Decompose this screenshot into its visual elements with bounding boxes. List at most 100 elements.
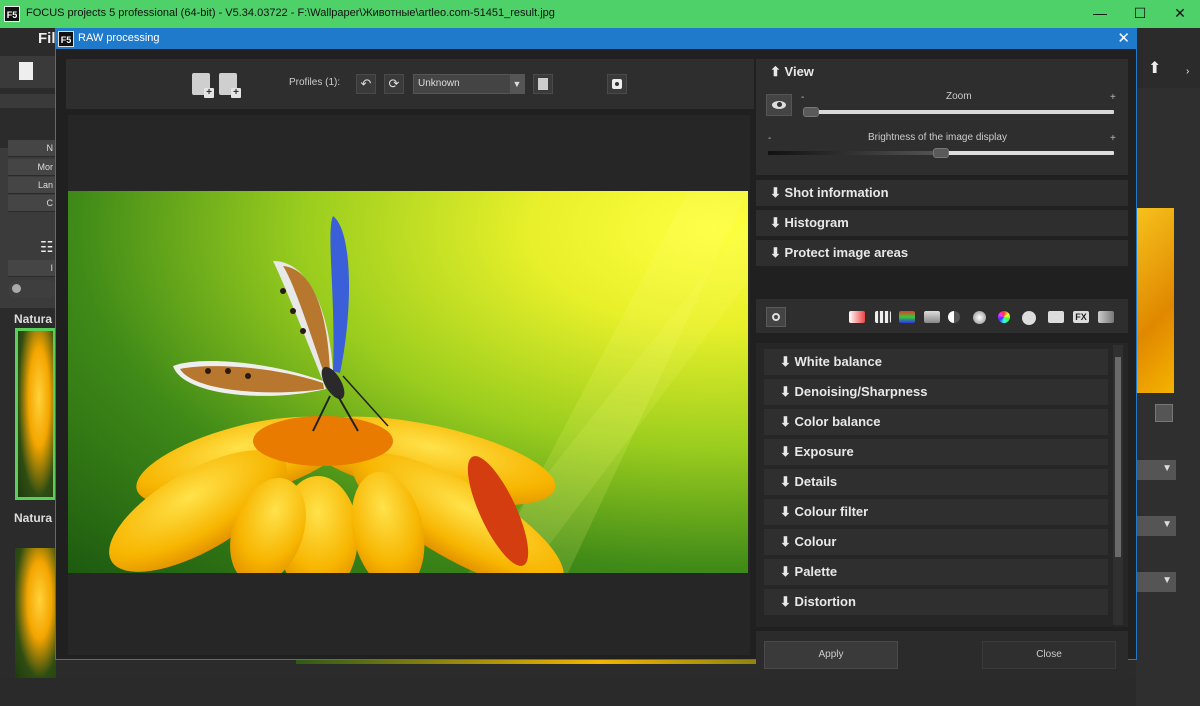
grid-icon[interactable] <box>875 311 891 323</box>
brightness-minus-label: - <box>768 133 772 144</box>
image-preview-area[interactable] <box>68 115 750 655</box>
right-preview-image <box>1136 208 1174 393</box>
profile-select[interactable]: Unknown ▼ <box>413 74 525 94</box>
photo-illustration <box>109 191 748 573</box>
camera-icon[interactable] <box>1048 311 1064 323</box>
right-dropdown-2[interactable] <box>1136 516 1176 536</box>
grid-view-icon[interactable]: ☷ <box>40 238 53 256</box>
right-dropdown-3[interactable] <box>1136 572 1176 592</box>
eye-icon[interactable] <box>766 94 792 116</box>
save-profile-icon[interactable] <box>533 74 553 94</box>
file-menu[interactable]: Fil <box>38 30 56 47</box>
close-button[interactable]: Close <box>982 641 1116 669</box>
maximize-button[interactable]: ☐ <box>1120 0 1160 28</box>
chevron-down-icon: ▼ <box>510 75 524 93</box>
circle-icon[interactable] <box>973 311 986 324</box>
color-bars-icon[interactable] <box>899 311 915 323</box>
view-section-header[interactable]: ⬆ View <box>756 59 1128 85</box>
settings-gear-icon[interactable] <box>766 307 786 327</box>
zoom-minus-label: - <box>801 92 805 103</box>
contrast-icon[interactable] <box>948 311 960 323</box>
right-dropdown-1[interactable] <box>1136 460 1176 480</box>
left-row-4[interactable]: C <box>8 195 56 212</box>
palette-item[interactable]: ⬇ Palette <box>764 559 1108 585</box>
scrollbar-thumb[interactable] <box>1115 357 1121 557</box>
zoom-label: Zoom <box>946 91 972 102</box>
arrow-up-icon: ⬆ <box>770 64 781 79</box>
search-icon <box>12 284 21 293</box>
profile-select-value: Unknown <box>418 78 460 89</box>
thumb-label-2: Natura <box>14 511 53 525</box>
arrow-down-icon: ⬇ <box>770 185 781 200</box>
denoising-sharpness-item[interactable]: ⬇ Denoising/Sharpness <box>764 379 1108 405</box>
copy-icon[interactable] <box>1155 404 1173 422</box>
app-strip <box>0 94 56 108</box>
more-chevron-icon[interactable]: › <box>1186 66 1189 77</box>
colour-filter-item[interactable]: ⬇ Colour filter <box>764 499 1108 525</box>
right-side-panel <box>1136 88 1200 706</box>
app-logo: F5 <box>4 6 20 22</box>
color-wheel-icon[interactable] <box>998 311 1010 323</box>
gradient-icon[interactable] <box>849 311 865 323</box>
distortion-item[interactable]: ⬇ Distortion <box>764 589 1108 615</box>
arrow-down-icon: ⬇ <box>770 215 781 230</box>
colour-item[interactable]: ⬇ Colour <box>764 529 1108 555</box>
butterfly-photo[interactable] <box>68 191 748 573</box>
new-document-icon[interactable] <box>19 62 33 80</box>
tool-strip: FX <box>756 299 1128 333</box>
white-balance-item[interactable]: ⬇ White balance <box>764 349 1108 375</box>
zoom-slider[interactable] <box>804 110 1114 114</box>
add-profile-icon[interactable]: + <box>192 73 214 98</box>
undo-icon[interactable]: ↶ <box>356 74 376 94</box>
details-item[interactable]: ⬇ Details <box>764 469 1108 495</box>
app-titlebar: F5 FOCUS projects 5 professional (64-bit… <box>0 0 1200 28</box>
view-panel: ⬆ View - Zoom + - Brightness of the imag… <box>756 59 1128 175</box>
app-close-button[interactable]: ✕ <box>1160 0 1200 28</box>
refresh-icon[interactable]: ⟳ <box>384 74 404 94</box>
dialog-title: RAW processing <box>78 32 160 44</box>
thumb-label-1: Natura <box>14 312 53 326</box>
apply-button[interactable]: Apply <box>764 641 898 669</box>
export-icon[interactable]: ⬆ <box>1148 58 1161 78</box>
dialog-logo: F5 <box>58 31 74 47</box>
histogram-header[interactable]: ⬇ Histogram <box>756 210 1128 236</box>
dialog-close-icon[interactable]: ✕ <box>1117 29 1130 49</box>
raw-toolbar: + + Profiles (1): ↶ ⟳ Unknown ▼ <box>66 59 754 109</box>
adjustment-scrollbar[interactable] <box>1113 345 1123 625</box>
brightness-slider-thumb[interactable] <box>933 148 949 158</box>
zoom-slider-thumb[interactable] <box>803 107 819 117</box>
app-toolbar <box>0 56 56 88</box>
search-field[interactable] <box>8 280 56 298</box>
section-label: Shot information <box>784 185 889 200</box>
minimize-button[interactable]: — <box>1080 0 1120 28</box>
layers-icon[interactable] <box>1098 311 1114 323</box>
brightness-label: Brightness of the image display <box>868 132 1007 143</box>
add-profile-copy-icon[interactable]: + <box>219 73 241 98</box>
left-row-1[interactable]: N <box>8 140 56 157</box>
left-row-2[interactable]: Mor <box>8 159 56 176</box>
left-row-3[interactable]: Lan <box>8 177 56 194</box>
palette-icon[interactable] <box>1022 311 1036 325</box>
right-adjust-panel: ⬆ View - Zoom + - Brightness of the imag… <box>756 59 1128 679</box>
dialog-titlebar: F5 RAW processing ✕ <box>56 29 1136 49</box>
brightness-plus-label: + <box>1110 133 1116 144</box>
app-title: FOCUS projects 5 professional (64-bit) -… <box>26 7 555 19</box>
dialog-footer: Apply Close <box>756 631 1128 679</box>
section-label: Protect image areas <box>784 245 909 260</box>
shot-information-header[interactable]: ⬇ Shot information <box>756 180 1128 206</box>
fx-icon[interactable]: FX <box>1073 311 1089 323</box>
color-balance-item[interactable]: ⬇ Color balance <box>764 409 1108 435</box>
snapshot-icon[interactable] <box>607 74 627 94</box>
profiles-label: Profiles (1): <box>289 77 341 88</box>
zoom-plus-label: + <box>1110 92 1116 103</box>
thumbnail-selected[interactable] <box>15 328 56 500</box>
left-row-5[interactable]: I <box>8 260 56 277</box>
thumbnail-2[interactable] <box>15 548 56 678</box>
landscape-icon[interactable] <box>924 311 940 323</box>
protect-image-areas-header[interactable]: ⬇ Protect image areas <box>756 240 1128 266</box>
exposure-item[interactable]: ⬇ Exposure <box>764 439 1108 465</box>
section-label: Histogram <box>784 215 849 230</box>
view-header-label: View <box>784 64 814 79</box>
adjustment-list: ⬇ White balance ⬇ Denoising/Sharpness ⬇ … <box>756 343 1128 627</box>
raw-processing-dialog: F5 RAW processing ✕ + + Profiles (1): ↶ … <box>55 28 1137 679</box>
